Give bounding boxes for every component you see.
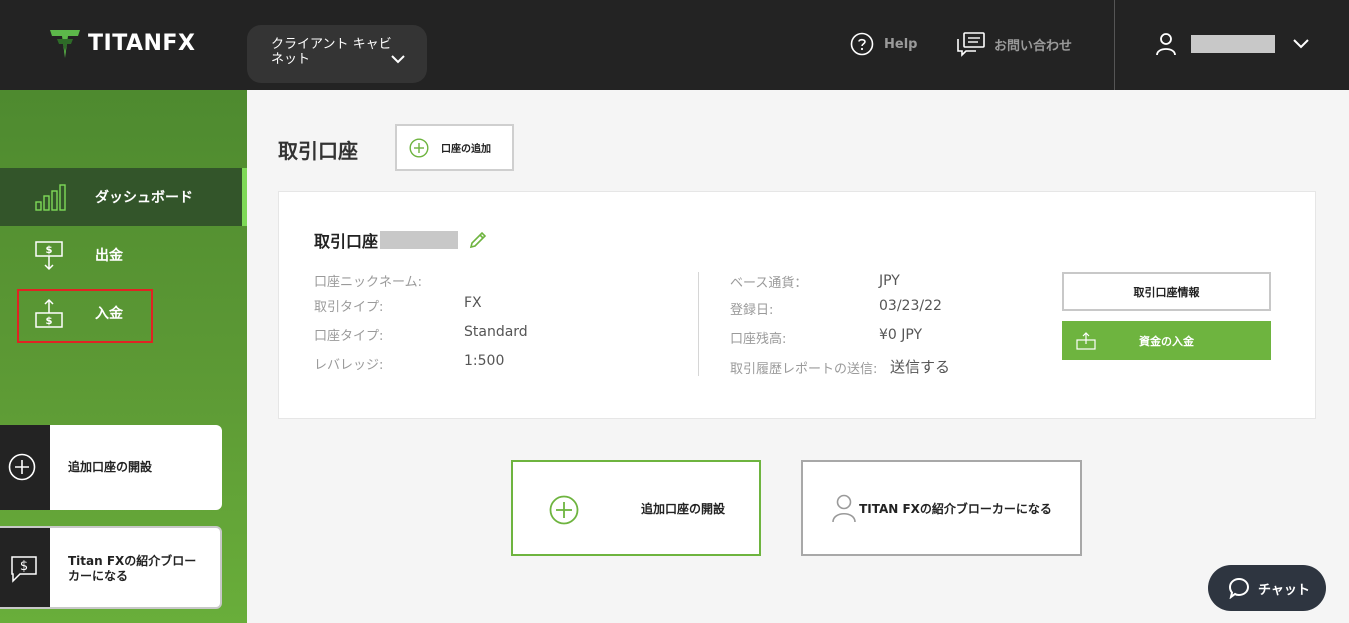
account-info-button[interactable]: 取引口座情報: [1062, 272, 1271, 311]
open-account-label: 追加口座の開設: [68, 460, 153, 474]
field-key: レバレッジ:: [314, 358, 384, 373]
svg-text:$: $: [20, 559, 28, 574]
deposit-funds-label: 資金の入金: [1139, 334, 1194, 348]
bar-chart-icon: [35, 184, 66, 211]
user-icon: [1156, 33, 1176, 56]
question-circle-icon: [850, 32, 874, 56]
chat-bubbles-icon: [957, 32, 985, 57]
cabinet-label: クライアント キャビネット: [271, 37, 392, 67]
client-cabinet-dropdown[interactable]: クライアント キャビネット: [247, 25, 427, 83]
field-key: 登録日:: [730, 303, 774, 318]
plus-circle-icon: [409, 137, 429, 158]
sidebar-item-dashboard[interactable]: ダッシュボード: [0, 168, 247, 226]
field-key: ベース通貨：: [730, 276, 808, 291]
top-bar: TITANFX クライアント キャビネット Help お問い合わせ: [0, 0, 1349, 90]
deposit-funds-button[interactable]: 資金の入金: [1062, 321, 1271, 360]
sidebar-open-account-card[interactable]: 追加口座の開設: [0, 425, 222, 510]
plus-circle-icon: [8, 453, 36, 481]
field-value: 03/23/22: [879, 298, 942, 314]
contact-link[interactable]: お問い合わせ: [956, 31, 1072, 57]
add-account-button[interactable]: 口座の追加: [395, 124, 514, 171]
field-key: 取引タイプ:: [314, 300, 384, 315]
redacted-account-number: [380, 231, 459, 249]
field-value: ¥0 JPY: [879, 327, 923, 343]
field-value: 1:500: [464, 353, 505, 369]
account-title: 取引口座: [314, 228, 488, 252]
account-title-text: 取引口座: [314, 232, 379, 251]
header-divider: [1114, 0, 1115, 90]
field-value: Standard: [464, 324, 528, 340]
field-value: JPY: [879, 273, 900, 289]
help-link[interactable]: Help: [850, 32, 917, 56]
titanfx-logo[interactable]: TITANFX: [48, 26, 195, 60]
dollar-chat-icon: $: [11, 556, 37, 583]
deposit-highlight-box: [17, 289, 153, 343]
add-account-label: 口座の追加: [441, 144, 491, 155]
sidebar-item-label: 出金: [95, 248, 123, 264]
field-key: 取引履歴レポートの送信:: [730, 362, 878, 377]
deposit-icon: [1076, 332, 1096, 350]
broker-label: Titan FXの紹介ブローカーになる: [68, 554, 197, 583]
redacted-username: [1191, 35, 1275, 53]
titanfx-shield-icon: [50, 30, 80, 58]
withdraw-icon: $: [35, 241, 63, 271]
chevron-down-icon: [1293, 39, 1309, 49]
help-label: Help: [884, 36, 918, 52]
user-menu[interactable]: [1155, 32, 1309, 56]
logo-text: TITANFX: [88, 30, 196, 56]
account-card: 取引口座 口座ニックネーム: 取引タイプ: FX 口座タイプ: Standard…: [278, 191, 1316, 419]
open-account-label: 追加口座の開設: [641, 501, 726, 516]
sidebar-item-withdraw[interactable]: $ 出金: [0, 226, 247, 284]
svg-text:$: $: [46, 245, 53, 256]
sidebar: ダッシュボード $ 出金 $ 入金 追加口座の開設 $ Titan FXの紹介ブ…: [0, 90, 247, 623]
field-divider: [698, 272, 699, 376]
chat-button[interactable]: チャット: [1208, 565, 1326, 611]
open-additional-account-card[interactable]: 追加口座の開設: [511, 460, 761, 556]
contact-label: お問い合わせ: [994, 38, 1073, 54]
become-broker-card[interactable]: TITAN FXの紹介ブローカーになる: [801, 460, 1082, 556]
field-value: FX: [464, 295, 482, 311]
chevron-down-icon: [391, 55, 405, 64]
chat-label: チャット: [1258, 582, 1310, 598]
pencil-edit-icon[interactable]: [468, 230, 488, 250]
plus-circle-icon: [549, 495, 579, 525]
field-key: 口座ニックネーム:: [314, 275, 422, 290]
sidebar-item-label: ダッシュボード: [95, 190, 193, 206]
report-send-link[interactable]: 送信する: [890, 356, 950, 377]
user-icon: [832, 494, 856, 523]
broker-label: TITAN FXの紹介ブローカーになる: [859, 501, 1052, 516]
chat-bubble-icon: [1228, 577, 1250, 599]
page-title: 取引口座: [278, 139, 358, 163]
field-key: 口座残高:: [730, 332, 787, 347]
field-key: 口座タイプ:: [314, 329, 384, 344]
sidebar-broker-card[interactable]: $ Titan FXの紹介ブローカーになる: [0, 526, 222, 609]
